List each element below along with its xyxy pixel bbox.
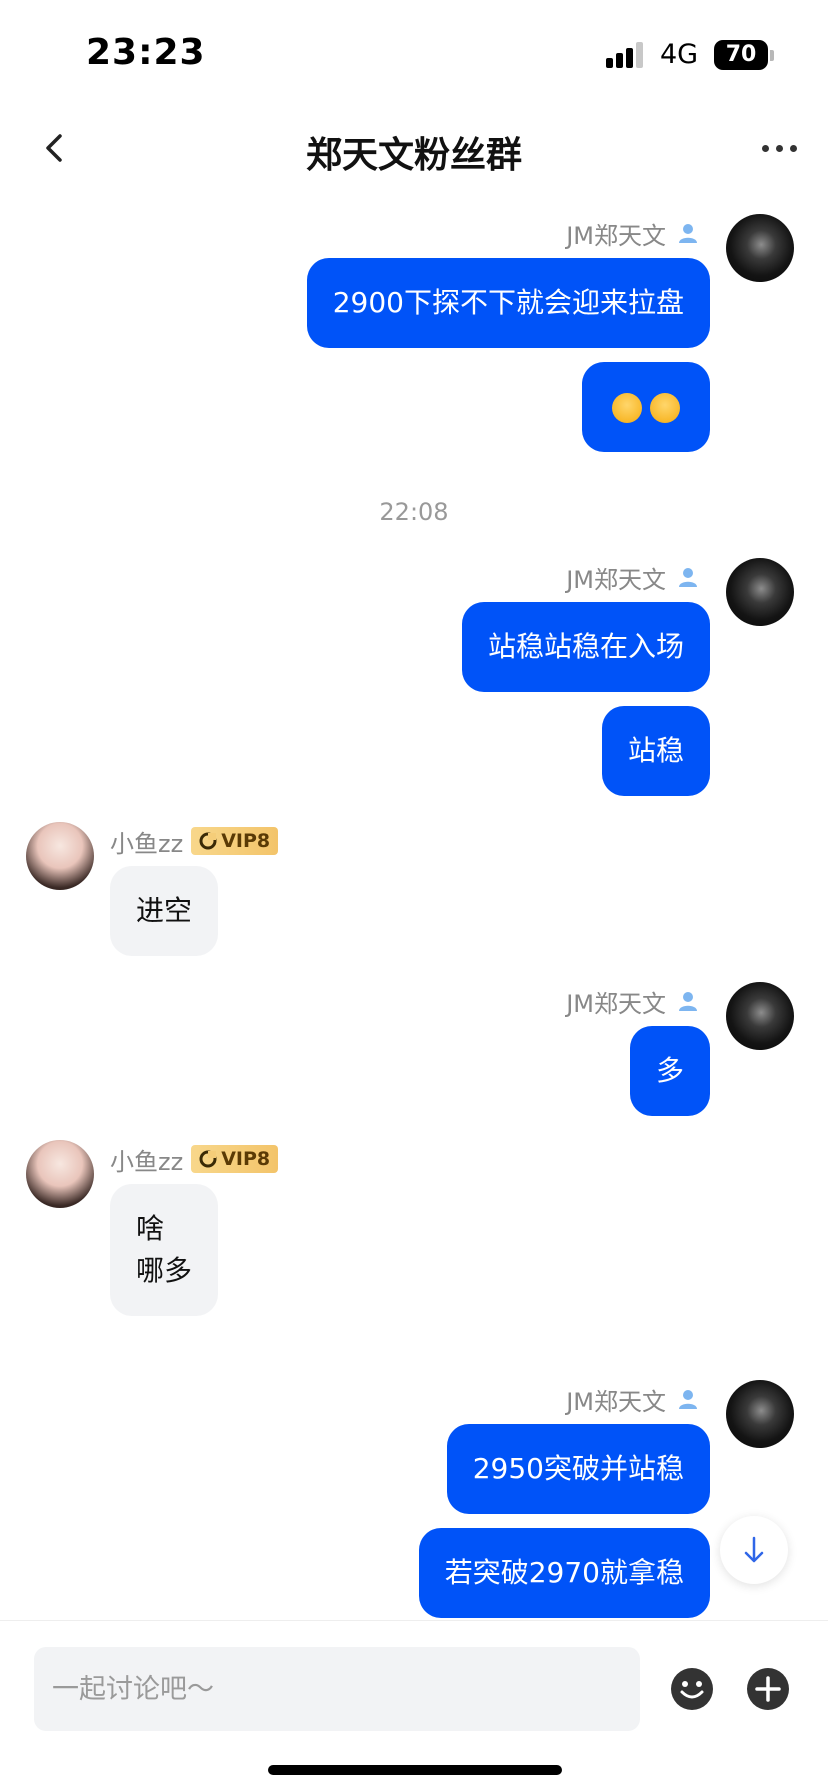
sender-name: 小鱼zz VIP8	[110, 826, 279, 858]
add-icon[interactable]	[746, 1667, 790, 1711]
avatar[interactable]	[726, 214, 794, 282]
sender-label: JM郑天文	[566, 565, 666, 594]
message-input[interactable]	[34, 1647, 640, 1731]
arrow-down-icon	[744, 1536, 764, 1563]
status-bar: 23:23 4G 70	[0, 0, 828, 100]
user-icon	[679, 992, 697, 1011]
avatar[interactable]	[26, 822, 94, 890]
sender-name: JM郑天文	[566, 986, 700, 1018]
sender-label: 小鱼zz	[110, 1147, 184, 1176]
page-title: 郑天文粉丝群	[305, 135, 522, 176]
composer-bar	[0, 1620, 828, 1792]
vip-badge-label: VIP8	[221, 830, 271, 852]
sender-label: 小鱼zz	[110, 829, 184, 858]
message-bubble[interactable]: 2900下探不下就会迎来拉盘	[306, 258, 710, 348]
signal-icon	[606, 42, 648, 68]
avatar[interactable]	[26, 1140, 94, 1208]
shushing-face-emoji	[612, 393, 642, 423]
status-time: 23:23	[86, 32, 206, 73]
message-line: 哪多	[136, 1254, 193, 1287]
message-bubble[interactable]: 站稳站稳在入场	[461, 602, 710, 692]
shushing-face-emoji	[650, 393, 680, 423]
message-bubble[interactable]: 进空	[110, 866, 219, 956]
battery-icon: 70	[714, 40, 768, 70]
home-indicator	[268, 1765, 562, 1775]
sender-label: JM郑天文	[566, 989, 666, 1018]
sender-name: 小鱼zz VIP8	[110, 1144, 279, 1176]
vip-badge: VIP8	[191, 1145, 279, 1173]
sender-name: JM郑天文	[566, 1384, 700, 1416]
battery-cap	[770, 50, 774, 61]
nav-bar: 郑天文粉丝群	[0, 108, 828, 188]
avatar[interactable]	[726, 982, 794, 1050]
sender-name: JM郑天文	[566, 218, 700, 250]
message-bubble[interactable]: 啥 哪多	[110, 1184, 219, 1316]
message-bubble[interactable]	[582, 362, 710, 452]
sender-label: JM郑天文	[566, 221, 666, 250]
more-options-icon[interactable]	[760, 142, 800, 154]
message-list[interactable]: JM郑天文 2900下探不下就会迎来拉盘 22:08 JM郑天文 站稳站稳在入场…	[0, 190, 828, 1620]
message-bubble[interactable]: 2950突破并站稳	[446, 1424, 710, 1514]
user-icon	[679, 1390, 697, 1409]
message-timestamp: 22:08	[379, 498, 449, 526]
sender-name: JM郑天文	[566, 562, 700, 594]
sender-label: JM郑天文	[566, 1387, 666, 1416]
user-icon	[679, 568, 697, 587]
message-bubble[interactable]: 多	[629, 1026, 710, 1116]
message-bubble[interactable]: 站稳	[601, 706, 710, 796]
message-bubble[interactable]: 若突破2970就拿稳	[418, 1528, 710, 1618]
emoji-icon[interactable]	[670, 1667, 714, 1711]
vip-badge-label: VIP8	[221, 1148, 271, 1170]
vip-badge: VIP8	[191, 827, 279, 855]
avatar[interactable]	[726, 558, 794, 626]
network-type: 4G	[660, 39, 699, 70]
vip-icon	[199, 1150, 217, 1168]
vip-icon	[199, 832, 217, 850]
message-line: 啥	[136, 1212, 165, 1245]
user-icon	[679, 224, 697, 243]
avatar[interactable]	[726, 1380, 794, 1448]
scroll-to-bottom-button[interactable]	[720, 1516, 788, 1584]
